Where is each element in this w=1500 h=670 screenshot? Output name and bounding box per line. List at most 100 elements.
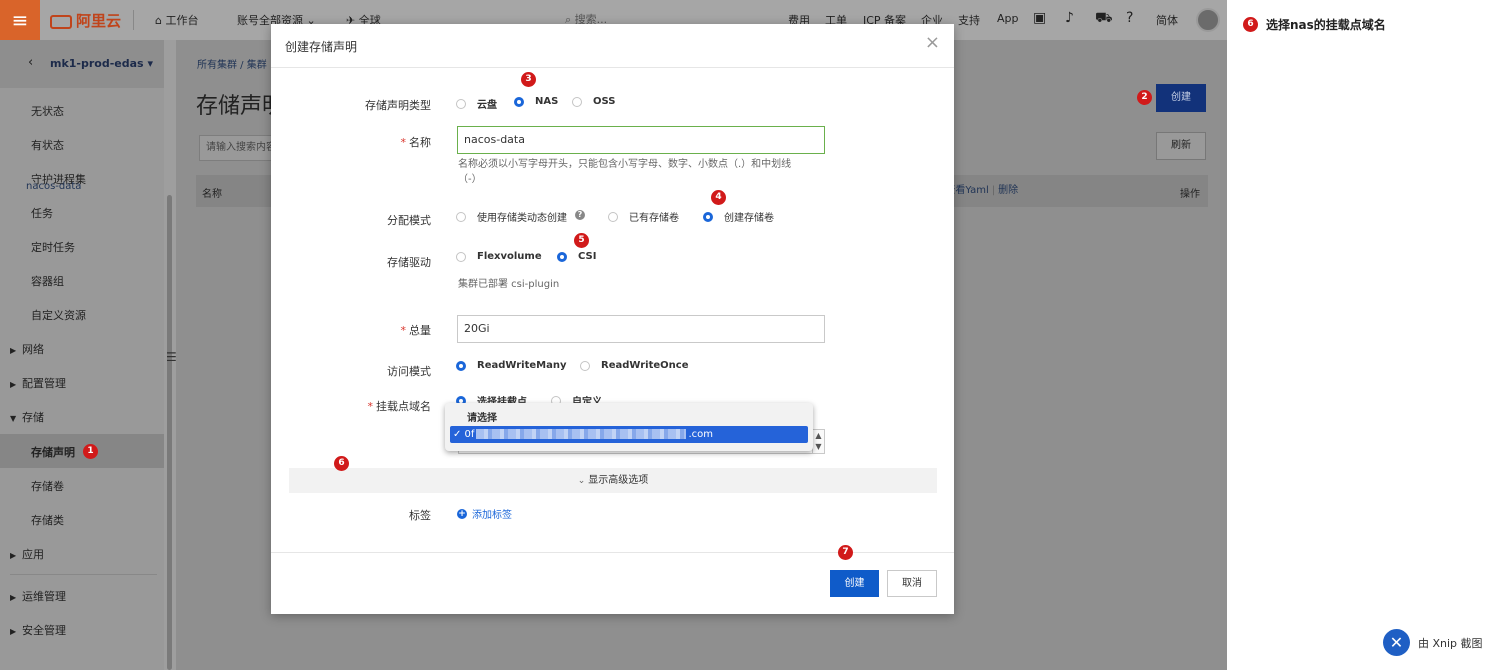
radio-label: 创建存储卷 [724,213,774,224]
scrollbar-thumb[interactable] [167,195,172,670]
type-radio-oss[interactable]: OSS [572,96,615,107]
watermark-text: 由 Xnip 截图 [1418,636,1483,650]
required-mark: * [400,136,407,149]
step-note: 6 选择nas的挂载点域名 [1243,16,1386,33]
sidebar-group-security[interactable]: ▶ 安全管理 [10,622,66,638]
total-input[interactable]: 20Gi [457,315,825,343]
dialog-create-button[interactable]: 创建 [830,570,879,597]
sidebar-item-cronjob[interactable]: 定时任务 [31,239,75,255]
select-arrows-icon[interactable]: ▲ ▼ [812,429,825,454]
sidebar-group-network[interactable]: ▶ 网络 [10,341,44,357]
divider [133,10,134,30]
tag-label: 标签 [409,509,431,522]
sidebar-item-pvc[interactable]: 存储声明 [31,444,75,460]
radio-label: Flexvolume [477,251,542,262]
type-label: 存储声明类型 [365,99,431,112]
sidebar-item-deployment[interactable]: 无状态 [31,103,64,119]
name-input[interactable]: nacos-data [457,126,825,154]
sidebar-active-highlight [0,434,164,468]
sidebar-group-apps[interactable]: ▶ 应用 [10,546,44,562]
caret-right-icon: ▶ [10,346,17,355]
caret-right-icon: ▶ [10,380,17,389]
breadcrumb[interactable]: 所有集群 / 集群 [197,56,267,71]
name-hint: 名称必须以小写字母开头，只能包含小写字母、数字、小数点（.）和中划线 [458,159,792,170]
add-tag-link[interactable]: + 添加标签 [457,506,512,521]
chevron-down-icon: ⌄ [577,476,586,486]
sidebar-group-storage[interactable]: ▼ 存储 [10,409,44,425]
menu-icon[interactable]: ≡ [0,0,40,40]
sidebar-item-storageclass[interactable]: 存储类 [31,512,64,528]
language-switch[interactable]: 简体 [1156,12,1178,28]
caret-right-icon: ▶ [10,627,17,636]
mount-dropdown-menu: 请选择 ✓ 0f .com [445,403,813,451]
nav-link-support[interactable]: 支持 [958,12,980,28]
cluster-selector[interactable]: ‹ mk1-prod-edas ▾ [0,40,164,88]
cart-icon[interactable]: ⛟ [1095,10,1113,28]
advanced-options-toggle[interactable]: ⌄ 显示高级选项 [289,468,937,493]
alloc-radio-dynamic[interactable]: 使用存储类动态创建 [456,209,567,224]
radio-icon [456,98,466,109]
type-radio-nas[interactable]: NAS [514,96,558,107]
search-input[interactable]: 请输入搜索内容 [199,135,279,161]
access-radio-rwx[interactable]: ReadWriteMany [456,360,567,371]
radio-label: OSS [593,96,616,107]
step-badge-5: 5 [574,233,589,248]
avatar[interactable] [1196,8,1220,32]
back-icon[interactable]: ‹ [28,55,33,70]
help-icon[interactable]: ? [575,210,585,220]
sidebar-item-job[interactable]: 任务 [31,205,53,221]
dialog-cancel-button[interactable]: 取消 [887,570,937,597]
divider [10,574,157,575]
workbench-link[interactable]: ⌂ 工作台 [155,12,198,28]
group-label: 网络 [22,343,44,356]
sidebar: ‹ mk1-prod-edas ▾ 无状态 有状态 守护进程集 任务 定时任务 … [0,40,164,670]
sidebar-item-pv[interactable]: 存储卷 [31,478,64,494]
dropdown-selected-option[interactable]: ✓ 0f .com [450,426,808,443]
nav-link-app[interactable]: App [997,12,1019,25]
radio-checked-icon [557,251,567,262]
column-name: 名称 [202,189,222,200]
radio-checked-icon [703,211,713,222]
bell-icon[interactable]: ♪ [1065,10,1074,26]
type-radio-disk[interactable]: 云盘 [456,96,497,111]
help-icon[interactable]: ? [1126,10,1133,26]
terminal-icon[interactable]: ▣ [1033,10,1046,26]
radio-icon [608,211,618,222]
refresh-button[interactable]: 刷新 [1156,132,1206,160]
sidebar-group-config[interactable]: ▶ 配置管理 [10,375,66,391]
workbench-label: 工作台 [165,14,199,27]
radio-icon [580,360,590,371]
required-mark: * [400,324,407,337]
sidebar-item-pod[interactable]: 容器组 [31,273,64,289]
logo-text: 阿里云 [76,12,122,30]
driver-radio-flexvolume[interactable]: Flexvolume [456,251,542,262]
divider [271,67,954,68]
logo-mark [50,14,72,29]
xnip-logo-icon: ✕ [1383,629,1410,656]
access-label: 访问模式 [387,365,431,378]
sidebar-item-statefulset[interactable]: 有状态 [31,137,64,153]
sidebar-item-crd[interactable]: 自定义资源 [31,307,86,323]
driver-radio-csi[interactable]: CSI [557,251,596,262]
create-button[interactable]: 创建 [1156,84,1206,112]
delete-link[interactable]: 删除 [998,185,1018,196]
close-icon[interactable]: × [925,32,940,53]
sidebar-group-ops[interactable]: ▶ 运维管理 [10,588,66,604]
divider: | [991,185,996,196]
logo[interactable]: 阿里云 [50,10,121,31]
alloc-radio-existing[interactable]: 已有存储卷 [608,209,679,224]
radio-checked-icon [456,360,466,371]
mount-label: * 挂载点域名 [271,398,432,414]
driver-label: 存储驱动 [387,256,431,269]
alloc-radio-create[interactable]: 创建存储卷 [703,209,774,224]
radio-label: CSI [578,251,597,262]
add-tag-label: 添加标签 [472,510,512,521]
access-radio-rwo[interactable]: ReadWriteOnce [580,360,689,371]
step-badge-1: 1 [83,444,98,459]
option-suffix: .com [688,429,713,440]
total-label-text: 总量 [409,324,431,337]
radio-label: 使用存储类动态创建 [477,213,567,224]
note-badge: 6 [1243,17,1258,32]
row-name-link[interactable]: nacos-data [26,181,81,192]
dropdown-placeholder-option[interactable]: 请选择 [467,409,497,424]
